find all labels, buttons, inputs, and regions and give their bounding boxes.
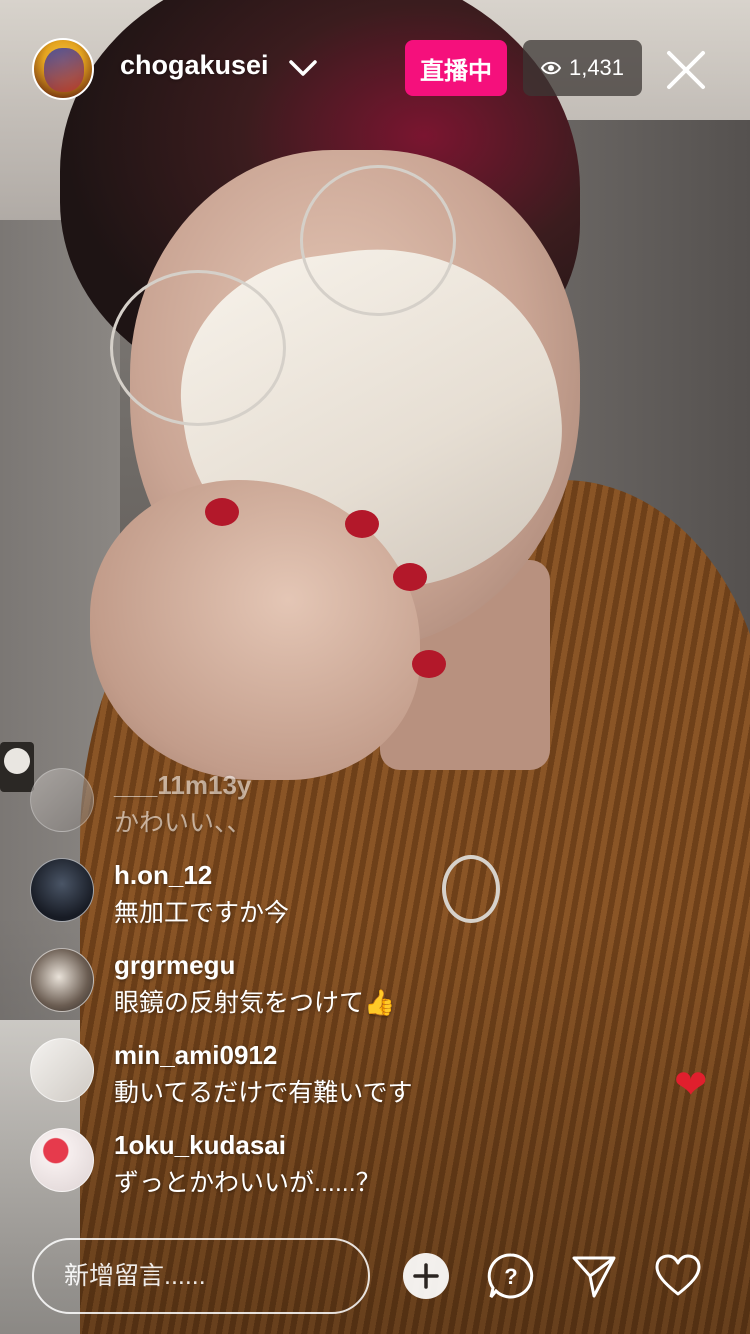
commenter-avatar[interactable] [30, 768, 94, 832]
comment-text: 眼鏡の反射気をつけて👍 [114, 989, 396, 1017]
commenter-username[interactable]: h.on_12 [114, 858, 289, 892]
comment-text: かわいい、、 [114, 809, 252, 837]
comment-item: 1oku_kudasai ずっとかわいいが......？ [30, 1128, 381, 1200]
svg-text:?: ? [504, 1264, 517, 1289]
comment-item: grgrmegu 眼鏡の反射気をつけて👍 [30, 948, 395, 1020]
streamer-username[interactable]: chogakusei [120, 50, 269, 81]
live-badge: 直播中 [405, 40, 507, 96]
send-icon[interactable] [570, 1252, 618, 1300]
clock [0, 742, 34, 792]
heart-icon[interactable] [654, 1252, 702, 1300]
commenter-avatar[interactable] [30, 948, 94, 1012]
comment-item: ___11m13y かわいい、、 [30, 768, 252, 840]
commenter-avatar[interactable] [30, 1128, 94, 1192]
comment-input[interactable] [32, 1238, 370, 1314]
commenter-username[interactable]: grgrmegu [114, 948, 395, 982]
add-circle-icon[interactable] [402, 1252, 450, 1300]
chevron-down-icon[interactable] [288, 55, 318, 81]
live-label: 直播中 [420, 57, 492, 85]
viewer-count-badge[interactable]: 1,431 [523, 40, 642, 96]
close-icon[interactable] [664, 48, 708, 92]
commenter-avatar[interactable] [30, 858, 94, 922]
commenter-avatar[interactable] [30, 1038, 94, 1102]
live-header: chogakusei 直播中 1,431 [0, 0, 750, 140]
comment-item: min_ami0912 動いてるだけで有難いです [30, 1038, 413, 1110]
live-footer: ? [0, 1230, 750, 1320]
comment-text: 動いてるだけで有難いです [114, 1079, 413, 1107]
comment-text: 無加工ですか今 [114, 899, 290, 927]
comment-item: h.on_12 無加工ですか今 [30, 858, 289, 930]
floating-heart-icon: ❤ [674, 1063, 708, 1107]
commenter-username[interactable]: 1oku_kudasai [114, 1128, 381, 1162]
viewer-count: 1,431 [568, 55, 625, 80]
eye-icon [540, 61, 561, 75]
streamer-avatar[interactable] [32, 38, 94, 100]
comment-text: ずっとかわいいが......？ [114, 1169, 381, 1197]
question-icon[interactable]: ? [487, 1252, 535, 1300]
commenter-username[interactable]: ___11m13y [114, 768, 252, 802]
commenter-username[interactable]: min_ami0912 [114, 1038, 413, 1072]
